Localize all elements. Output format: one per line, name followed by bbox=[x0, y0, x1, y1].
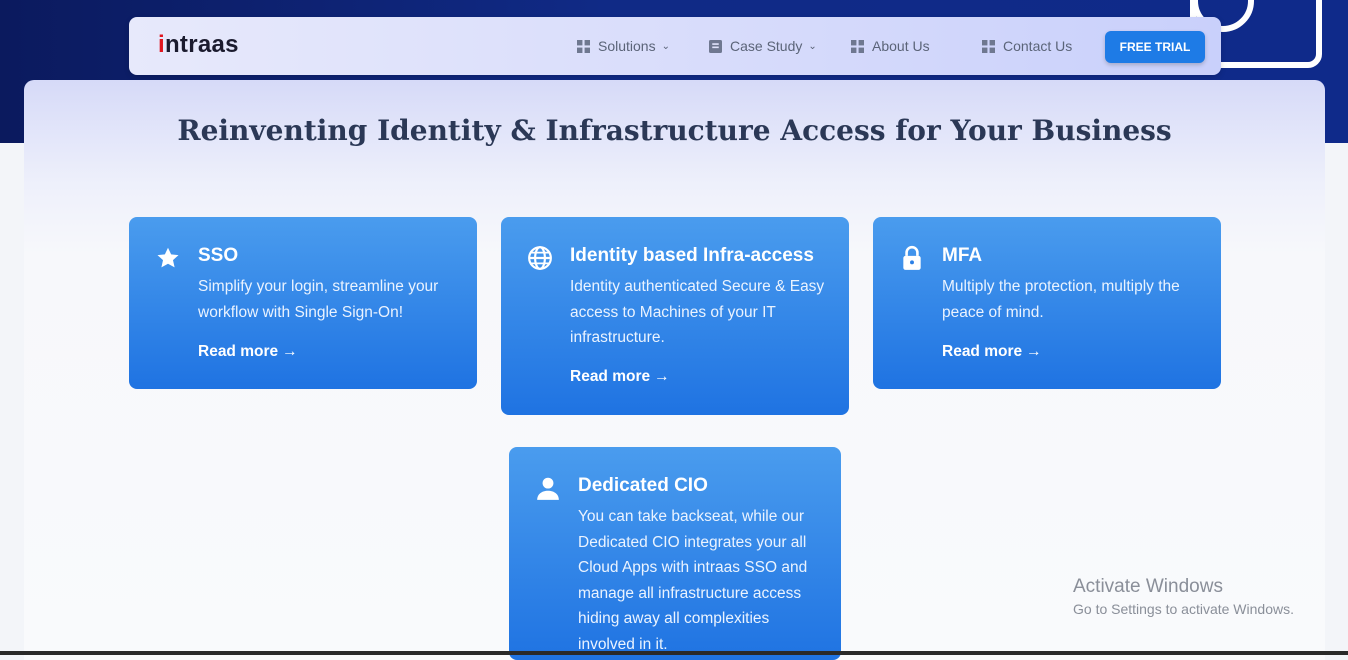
nav-label: Contact Us bbox=[1003, 38, 1073, 54]
nav-label: Case Study bbox=[730, 38, 803, 54]
nav-item-about-us[interactable]: About Us bbox=[851, 38, 930, 54]
card-infra-access[interactable]: Identity based Infra-access Identity aut… bbox=[501, 217, 849, 415]
card-mfa[interactable]: MFA Multiply the protection, multiply th… bbox=[873, 217, 1221, 389]
activate-windows-watermark: Activate Windows Go to Settings to activ… bbox=[1073, 576, 1294, 617]
user-icon bbox=[537, 477, 559, 500]
read-more-link[interactable]: Read more → bbox=[942, 343, 1042, 361]
nav-label: Solutions bbox=[598, 38, 656, 54]
lock-icon bbox=[903, 245, 921, 270]
card-description: Simplify your login, streamline your wor… bbox=[198, 278, 439, 321]
chevron-down-icon: ⌄ bbox=[808, 40, 817, 52]
card-title: Dedicated CIO bbox=[578, 475, 708, 496]
grid-icon bbox=[577, 39, 590, 53]
star-icon bbox=[157, 247, 179, 268]
arrow-right-icon: → bbox=[1026, 343, 1042, 360]
card-description: Identity authenticated Secure & Easy acc… bbox=[570, 278, 825, 346]
card-title: Identity based Infra-access bbox=[570, 245, 814, 266]
watermark-title: Activate Windows bbox=[1073, 576, 1223, 597]
chevron-down-icon: ⌄ bbox=[661, 40, 670, 52]
card-sso[interactable]: SSO Simplify your login, streamline your… bbox=[129, 217, 477, 389]
card-description: You can take backseat, while our Dedicat… bbox=[578, 508, 808, 653]
nav-item-contact-us[interactable]: Contact Us bbox=[982, 38, 1072, 54]
card-description: Multiply the protection, multiply the pe… bbox=[942, 278, 1180, 321]
arrow-right-icon: → bbox=[654, 368, 670, 385]
read-more-link[interactable]: Read more → bbox=[198, 343, 298, 361]
logo[interactable]: intraas bbox=[158, 31, 239, 59]
grid-icon bbox=[851, 39, 864, 53]
card-title: SSO bbox=[198, 245, 239, 266]
card-dedicated-cio[interactable]: Dedicated CIO You can take backseat, whi… bbox=[509, 447, 841, 660]
arrow-right-icon: → bbox=[282, 343, 298, 360]
grid-icon bbox=[982, 39, 995, 53]
free-trial-button[interactable]: FREE TRIAL bbox=[1105, 31, 1205, 63]
navbar: intraas Solutions ⌄ Case Study ⌄ About U… bbox=[129, 17, 1221, 75]
watermark-subtitle: Go to Settings to activate Windows. bbox=[1073, 601, 1294, 617]
nav-item-case-study[interactable]: Case Study ⌄ bbox=[709, 38, 817, 54]
main-content: Reinventing Identity & Infrastructure Ac… bbox=[24, 80, 1325, 660]
document-icon bbox=[709, 39, 722, 53]
nav-label: About Us bbox=[872, 38, 930, 54]
taskbar-edge bbox=[0, 651, 1348, 655]
globe-icon bbox=[528, 246, 552, 270]
nav-item-solutions[interactable]: Solutions ⌄ bbox=[577, 38, 670, 54]
page-title: Reinventing Identity & Infrastructure Ac… bbox=[177, 114, 1172, 147]
card-title: MFA bbox=[942, 245, 983, 266]
read-more-link[interactable]: Read more → bbox=[570, 368, 670, 386]
